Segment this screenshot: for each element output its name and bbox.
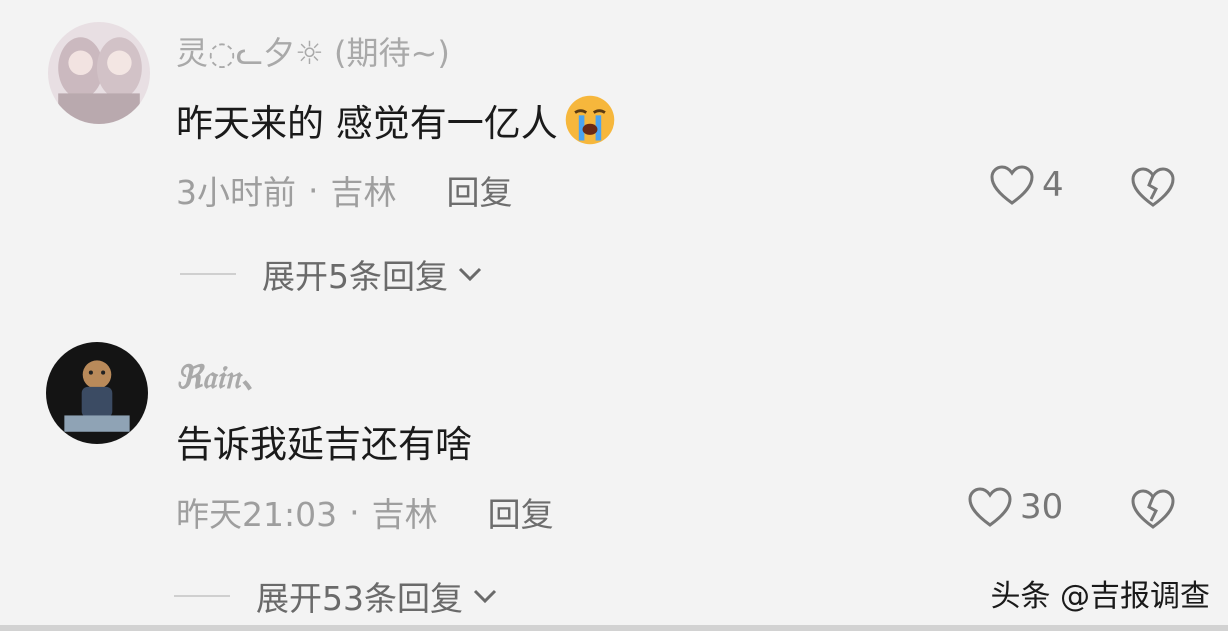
chevron-down-icon (473, 589, 497, 604)
chevron-down-icon (458, 267, 482, 282)
reply-button[interactable]: 回复 (488, 488, 554, 536)
comment-text: 昨天来的 感觉有一亿人 (176, 92, 618, 148)
avatar[interactable] (48, 22, 150, 124)
expand-replies-button[interactable]: 展开5条回复 (180, 250, 484, 298)
timestamp: 3小时前 (176, 173, 296, 212)
comment-meta: 昨天21:03 · 吉林 回复 (176, 488, 554, 536)
username[interactable]: ℜ𝔞𝔦𝔫、 (176, 352, 272, 398)
reply-button[interactable]: 回复 (447, 166, 513, 214)
location: 吉林 (330, 173, 397, 212)
like-count: 30 (1020, 487, 1064, 527)
username[interactable]: 灵◌ᓚ夕☼ (期待~) (176, 28, 450, 74)
crying-face-emoji (565, 95, 615, 145)
divider-line (174, 595, 230, 597)
heart-outline-icon (990, 165, 1034, 205)
heart-outline-icon (968, 487, 1012, 527)
like-count: 4 (1042, 165, 1064, 205)
like-button[interactable]: 4 (988, 163, 1064, 207)
bottom-divider (0, 625, 1228, 631)
broken-heart-icon[interactable] (1129, 165, 1177, 209)
broken-heart-icon[interactable] (1129, 487, 1177, 531)
divider-line (180, 273, 236, 275)
avatar[interactable] (46, 342, 148, 444)
like-button[interactable]: 30 (966, 485, 1063, 529)
expand-replies-label: 展开5条回复 (262, 257, 448, 296)
separator: · (349, 492, 360, 532)
watermark: 头条 @吉报调查 (990, 579, 1210, 614)
location: 吉林 (371, 495, 438, 534)
comment-meta: 3小时前 · 吉林 回复 (176, 166, 513, 214)
expand-replies-button[interactable]: 展开53条回复 (174, 572, 499, 620)
comment-text: 告诉我延吉还有啥 (176, 423, 472, 466)
expand-replies-label: 展开53条回复 (256, 579, 463, 618)
timestamp: 昨天21:03 (176, 495, 338, 534)
avatar-image (48, 22, 150, 124)
avatar-image (46, 342, 148, 444)
separator: · (308, 170, 319, 210)
